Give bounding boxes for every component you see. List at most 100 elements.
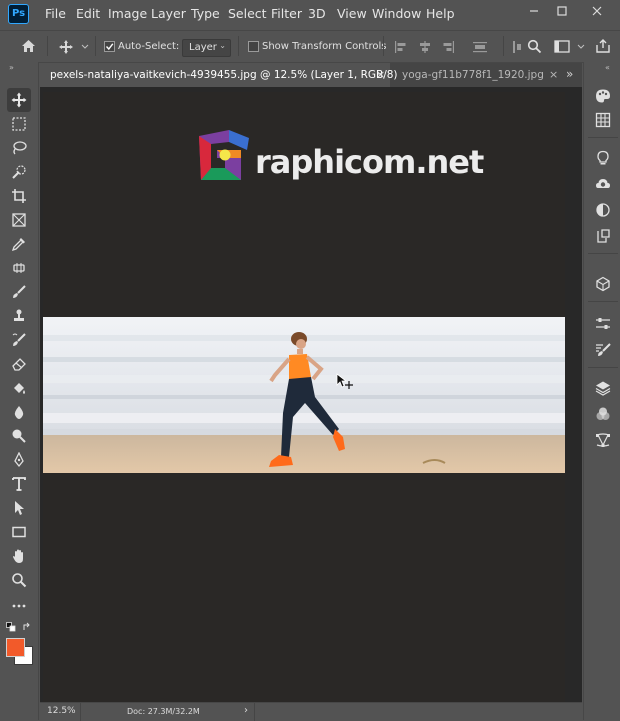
swatches-panel-button[interactable]: [592, 109, 614, 131]
hand-tool-button[interactable]: [7, 544, 31, 568]
adjustments-panel-button[interactable]: [592, 199, 614, 221]
options-separator: [238, 36, 239, 56]
maximize-icon[interactable]: [555, 4, 569, 18]
align-center-icon[interactable]: [418, 40, 432, 54]
3d-mode-icon[interactable]: [511, 40, 523, 54]
path-selection-icon: [15, 501, 24, 515]
frame-tool-button[interactable]: [7, 208, 31, 232]
show-transform-controls-checkbox[interactable]: [248, 41, 259, 52]
menu-layer[interactable]: Layer: [151, 6, 186, 21]
workspace-icon[interactable]: [554, 40, 570, 53]
channels-panel-button[interactable]: [592, 403, 614, 425]
pen-icon: [14, 452, 24, 468]
frame-icon: [12, 213, 26, 227]
menu-3d[interactable]: 3D: [308, 6, 326, 21]
panel-separator: [588, 367, 618, 368]
color-panel-button[interactable]: [592, 85, 614, 107]
dropdown-value: Layer: [189, 42, 217, 53]
zoom-tool-button[interactable]: [7, 568, 31, 592]
blur-tool-button[interactable]: [7, 400, 31, 424]
default-colors-icon[interactable]: [6, 622, 16, 632]
share-icon[interactable]: [595, 38, 611, 54]
minimize-icon[interactable]: [527, 4, 541, 18]
marquee-tool-button[interactable]: [7, 112, 31, 136]
menu-select[interactable]: Select: [228, 6, 267, 21]
adjustments-icon: [596, 203, 610, 217]
lasso-tool-button[interactable]: [7, 136, 31, 160]
properties-panel-button[interactable]: [592, 313, 614, 335]
rectangle-tool-button[interactable]: [7, 520, 31, 544]
path-selection-tool-button[interactable]: [7, 496, 31, 520]
zoom-level[interactable]: 12.5%: [47, 706, 76, 716]
move-tool-button[interactable]: [7, 88, 31, 112]
paths-icon: [596, 433, 610, 447]
quick-selection-tool-button[interactable]: [7, 160, 31, 184]
paint-bucket-tool-button[interactable]: [7, 376, 31, 400]
chevron-down-icon[interactable]: [81, 43, 89, 51]
tab-close-icon[interactable]: ×: [376, 68, 385, 81]
move-icon: [11, 92, 27, 108]
collapse-dock-icon[interactable]: «: [605, 63, 610, 72]
eraser-tool-button[interactable]: [7, 352, 31, 376]
brush-settings-panel-button[interactable]: [592, 339, 614, 361]
show-transform-controls-label: Show Transform Controls: [262, 41, 387, 52]
learn-panel-button[interactable]: [592, 147, 614, 169]
beach-runner-photo[interactable]: [43, 317, 565, 473]
libraries-panel-button[interactable]: [592, 173, 614, 195]
palette-icon: [596, 89, 610, 103]
pen-tool-button[interactable]: [7, 448, 31, 472]
home-icon[interactable]: [20, 38, 37, 54]
document-tab-yoga[interactable]: yoga-gf11b778f1_1920.jpg ×: [392, 63, 582, 87]
menu-view[interactable]: View: [337, 6, 367, 21]
history-brush-tool-button[interactable]: [7, 328, 31, 352]
paths-panel-button[interactable]: [592, 429, 614, 451]
eyedropper-icon: [11, 238, 25, 252]
options-separator: [95, 36, 96, 56]
close-icon[interactable]: [590, 4, 604, 18]
dodge-icon: [12, 429, 26, 443]
menu-type[interactable]: Type: [191, 6, 220, 21]
paint-bucket-icon: [14, 383, 25, 394]
spot-healing-tool-button[interactable]: [7, 256, 31, 280]
dodge-tool-button[interactable]: [7, 424, 31, 448]
collapse-panel-icon[interactable]: »: [9, 63, 14, 72]
auto-select-target-dropdown[interactable]: Layer ⌄: [182, 39, 231, 57]
search-icon[interactable]: [527, 39, 542, 54]
chevron-down-icon[interactable]: [577, 43, 585, 51]
foreground-color-swatch[interactable]: [6, 638, 25, 657]
brush-icon: [13, 285, 26, 298]
menu-file[interactable]: File: [45, 6, 66, 21]
auto-select-checkbox[interactable]: [104, 41, 115, 52]
options-separator: [47, 36, 48, 56]
menu-window[interactable]: Window: [372, 6, 421, 21]
document-tab-bar: pexels-nataliya-vaitkevich-4939455.jpg @…: [40, 63, 582, 87]
history-panel-button[interactable]: [592, 225, 614, 247]
eyedropper-tool-button[interactable]: [7, 232, 31, 256]
clone-stamp-tool-button[interactable]: [7, 304, 31, 328]
menu-edit[interactable]: Edit: [76, 6, 100, 21]
status-menu-arrow-icon[interactable]: ›: [244, 705, 248, 716]
crop-tool-button[interactable]: [7, 184, 31, 208]
menu-image[interactable]: Image: [108, 6, 147, 21]
3d-panel-button[interactable]: [592, 273, 614, 295]
swap-colors-icon[interactable]: [22, 622, 32, 632]
align-left-icon[interactable]: [394, 40, 408, 54]
crop-icon: [12, 189, 26, 203]
brush-tool-button[interactable]: [7, 280, 31, 304]
menu-filter[interactable]: Filter: [271, 6, 302, 21]
move-tool-preset-icon[interactable]: [58, 39, 74, 55]
tabs-overflow-icon[interactable]: »: [566, 67, 573, 81]
ellipsis-icon: [12, 604, 26, 608]
distribute-icon[interactable]: [472, 40, 488, 54]
align-right-icon[interactable]: [441, 40, 455, 54]
tab-close-icon[interactable]: ×: [549, 68, 558, 81]
cube-icon: [596, 276, 610, 292]
more-tools-button[interactable]: [7, 594, 31, 618]
panel-separator: [588, 301, 618, 302]
status-separator: [254, 703, 255, 721]
blur-drop-icon: [14, 406, 24, 419]
menu-help[interactable]: Help: [426, 6, 455, 21]
layers-panel-button[interactable]: [592, 377, 614, 399]
type-tool-button[interactable]: [7, 472, 31, 496]
document-tab-active[interactable]: pexels-nataliya-vaitkevich-4939455.jpg @…: [40, 63, 398, 87]
